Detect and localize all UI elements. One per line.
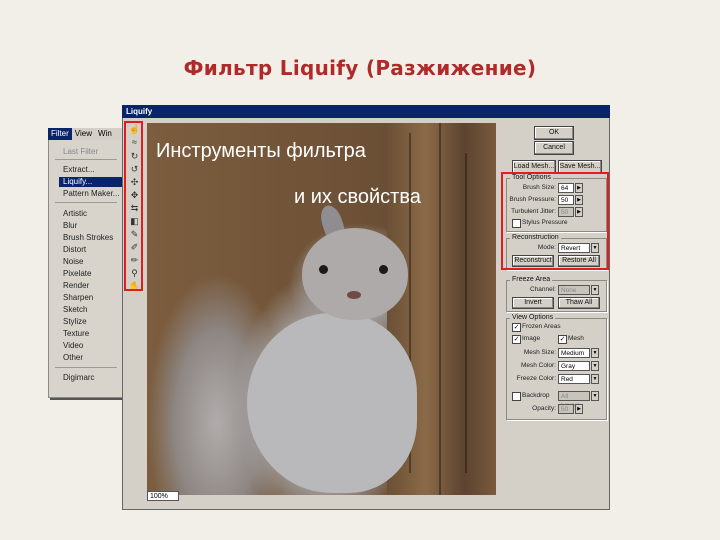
menu-item-sharpen[interactable]: Sharpen [63,293,93,303]
freeze-color-label: Freeze Color: [516,375,556,382]
menu-separator [55,367,117,368]
mesh-size-select[interactable]: Medium [558,348,590,358]
opacity-label: Opacity: [532,405,556,412]
image-label: Image [522,335,541,342]
squirrel-head [302,228,408,320]
menu-item-distort[interactable]: Distort [63,245,86,255]
menu-separator [55,202,117,203]
overlay-caption-line2: и их свойства [294,186,421,208]
squirrel-eye [379,265,388,274]
freeze-color-select[interactable]: Red [558,374,590,384]
frozen-areas-checkbox[interactable]: ✓ [512,323,521,332]
slide-title: Фильтр Liquify (Разжижение) [183,56,537,80]
menu-item-stylize[interactable]: Stylize [63,317,87,327]
opacity-arrow-icon[interactable]: ▶ [575,404,583,414]
mesh-color-dropdown-icon[interactable]: ▼ [591,361,599,371]
properties-highlight-frame [501,172,609,270]
channel-dropdown-icon[interactable]: ▼ [591,285,599,295]
bark-line [439,123,441,495]
menu-item-pattern-maker[interactable]: Pattern Maker... [63,189,119,199]
menu-item-blur[interactable]: Blur [63,221,77,231]
squirrel-eye [319,265,328,274]
mesh-checkbox[interactable]: ✓ [558,335,567,344]
mesh-size-dropdown-icon[interactable]: ▼ [591,348,599,358]
opacity-input[interactable]: 50 [558,404,574,414]
menu-separator [55,159,117,160]
bark-line [465,153,467,473]
dialog-titlebar[interactable]: Liquify [122,105,610,118]
view-options-title: View Options [510,314,556,322]
mesh-color-select[interactable]: Gray [558,361,590,371]
menu-item-pixelate[interactable]: Pixelate [63,269,91,279]
ok-button[interactable]: OK [534,126,574,140]
channel-select[interactable]: None [558,285,590,295]
menu-item-extract[interactable]: Extract... [63,165,95,175]
invert-button[interactable]: Invert [512,297,554,309]
menu-item-digimarc[interactable]: Digimarc [63,373,95,383]
menu-item-liquify[interactable]: Liquify... [59,177,125,187]
freeze-color-dropdown-icon[interactable]: ▼ [591,374,599,384]
mesh-label: Mesh [568,335,584,342]
menu-window[interactable]: Win [95,128,115,140]
image-checkbox[interactable]: ✓ [512,335,521,344]
menu-item-render[interactable]: Render [63,281,89,291]
zoom-select[interactable]: 100% [147,491,179,501]
overlay-caption-line1: Инструменты фильтра [156,140,366,162]
menu-item-last-filter[interactable]: Last Filter [63,147,98,157]
frozen-areas-label: Frozen Areas [522,323,561,330]
menu-item-other[interactable]: Other [63,353,83,363]
menu-item-sketch[interactable]: Sketch [63,305,87,315]
menu-item-brush-strokes[interactable]: Brush Strokes [63,233,113,243]
freeze-area-title: Freeze Area [510,276,553,284]
menu-filter[interactable]: Filter [48,128,72,140]
mesh-size-label: Mesh Size: [523,349,556,356]
cancel-button[interactable]: Cancel [534,141,574,155]
menu-view[interactable]: View [72,128,95,140]
backdrop-select[interactable]: All Layers [558,391,590,409]
backdrop-checkbox[interactable] [512,392,521,401]
menu-item-texture[interactable]: Texture [63,329,89,339]
channel-label: Channel: [529,286,556,293]
backdrop-label: Backdrop [522,392,550,399]
tools-highlight-frame [124,121,143,291]
squirrel-nose [347,291,361,299]
backdrop-dropdown-icon[interactable]: ▼ [591,391,599,401]
menu-item-video[interactable]: Video [63,341,83,351]
menu-item-noise[interactable]: Noise [63,257,83,267]
preview-image[interactable] [147,123,496,495]
mesh-color-label: Mesh Color: [520,362,556,369]
menu-item-artistic[interactable]: Artistic [63,209,87,219]
squirrel-body [247,313,417,493]
filter-menu-panel: Last Filter Extract... Liquify... Patter… [48,128,125,398]
thaw-all-button[interactable]: Thaw All [558,297,600,309]
